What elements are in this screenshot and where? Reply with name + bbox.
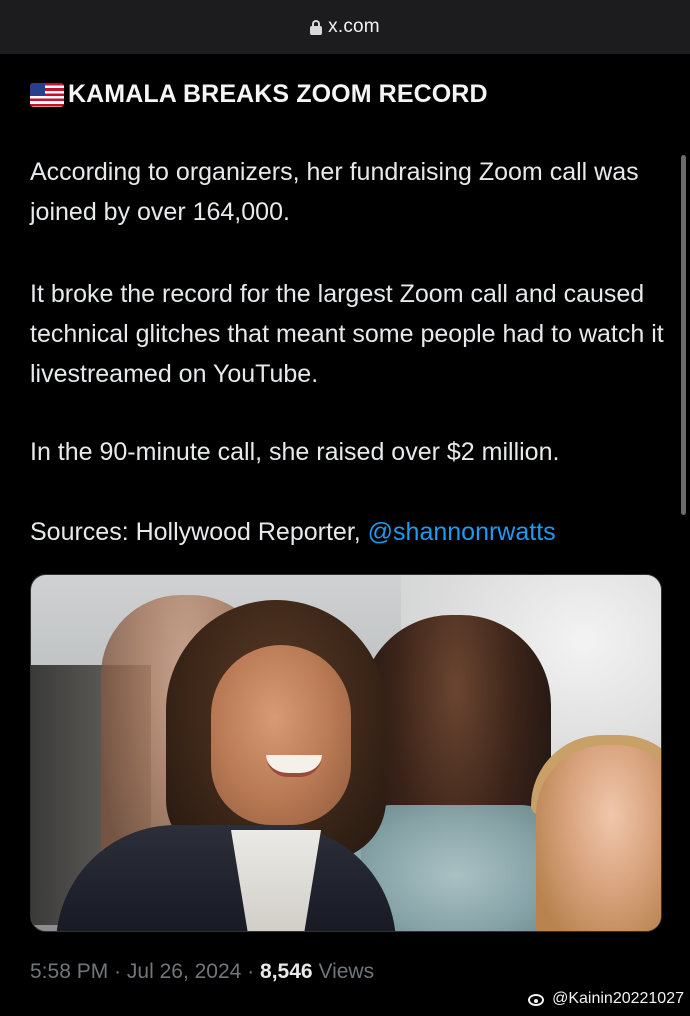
sources-text: Sources: Hollywood Reporter, bbox=[30, 518, 368, 546]
tweet-headline: KAMALA BREAKS ZOOM RECORD bbox=[30, 80, 488, 109]
weibo-icon bbox=[528, 991, 548, 1007]
tweet-paragraph: It broke the record for the largest Zoom… bbox=[30, 280, 664, 388]
url-text: x.com bbox=[328, 16, 380, 37]
mention-link[interactable]: @shannonrwatts bbox=[368, 518, 556, 546]
scrollbar[interactable] bbox=[681, 155, 686, 515]
views-label: Views bbox=[318, 960, 375, 983]
views-count: 8,546 bbox=[260, 960, 313, 983]
tweet-metadata: 5:58 PM · Jul 26, 2024 · 8,546 Views bbox=[30, 960, 374, 984]
separator: · bbox=[114, 960, 122, 983]
browser-url-bar[interactable]: x.com bbox=[0, 0, 690, 54]
tweet-paragraph: According to organizers, her fundraising… bbox=[30, 158, 639, 226]
tweet-photo[interactable] bbox=[30, 574, 662, 932]
weibo-watermark: @Kainin20221027 bbox=[528, 990, 684, 1008]
tweet-sources: Sources: Hollywood Reporter, @shannonrwa… bbox=[30, 512, 670, 552]
lock-icon bbox=[310, 19, 323, 35]
us-flag-icon bbox=[30, 82, 64, 107]
tweet-paragraph: In the 90-minute call, she raised over $… bbox=[30, 438, 560, 466]
separator: · bbox=[247, 960, 255, 983]
tweet-time[interactable]: 5:58 PM bbox=[30, 960, 108, 983]
tweet-date[interactable]: Jul 26, 2024 bbox=[127, 960, 241, 983]
watermark-handle: @Kainin20221027 bbox=[552, 990, 684, 1007]
headline-text: KAMALA BREAKS ZOOM RECORD bbox=[68, 80, 488, 108]
